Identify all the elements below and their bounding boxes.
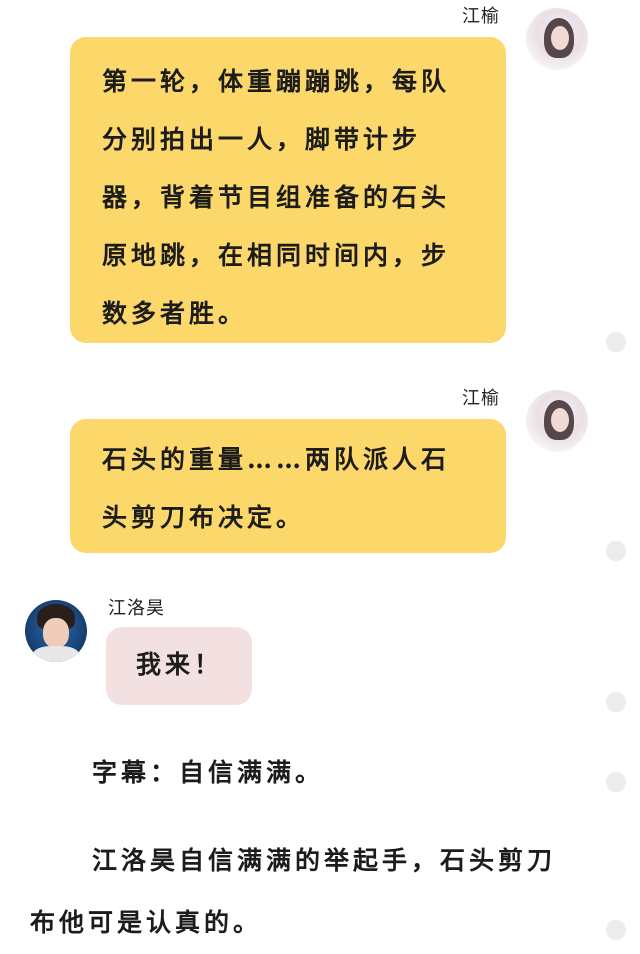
caption-text: 字幕：自信满满。 — [92, 758, 325, 787]
message-line: 第一轮，体重蹦蹦跳，每队 — [102, 67, 451, 96]
message-bubble[interactable]: 石头的重量……两队派人石 头剪刀布决定。 — [70, 419, 506, 553]
narration-paragraph: 江洛昊自信满满的举起手，石头剪刀 布他可是认真的。 — [30, 830, 610, 954]
message-line: 头剪刀布决定。 — [102, 503, 306, 532]
paragraph-line: 江洛昊自信满满的举起手，石头剪刀 — [92, 846, 557, 875]
girl-avatar-icon[interactable] — [526, 390, 588, 452]
girl-avatar-icon[interactable] — [526, 8, 588, 70]
message-line: 分别拍出一人，脚带计步 — [102, 125, 422, 154]
message-line: 我来！ — [136, 650, 224, 679]
scroll-indicator-dot[interactable] — [606, 772, 626, 792]
paragraph-line: 布他可是认真的。 — [30, 908, 263, 937]
scroll-indicator-dot[interactable] — [606, 541, 626, 561]
message-line: 石头的重量……两队派人石 — [102, 445, 451, 474]
message-line: 器，背着节目组准备的石头 — [102, 183, 451, 212]
boy-avatar-icon[interactable] — [25, 600, 87, 662]
scroll-indicator-dot[interactable] — [606, 332, 626, 352]
scroll-indicator-dot[interactable] — [606, 920, 626, 940]
sender-name: 江榆 — [462, 388, 500, 409]
scroll-indicator-dot[interactable] — [606, 692, 626, 712]
message-bubble[interactable]: 第一轮，体重蹦蹦跳，每队 分别拍出一人，脚带计步 器，背着节目组准备的石头 原地… — [70, 37, 506, 343]
message-bubble[interactable]: 我来！ — [106, 627, 252, 705]
message-line: 数多者胜。 — [102, 299, 248, 328]
sender-name: 江榆 — [462, 6, 500, 27]
sender-name: 江洛昊 — [108, 598, 165, 619]
message-line: 原地跳，在相同时间内，步 — [102, 241, 451, 270]
